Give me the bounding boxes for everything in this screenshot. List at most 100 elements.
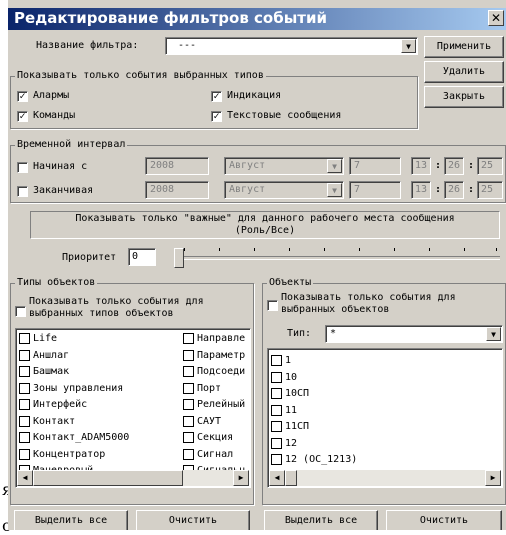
arrow-right-icon[interactable]: ▶ <box>485 470 501 486</box>
type-combo[interactable]: * ▼ <box>325 325 503 343</box>
chevron-down-icon[interactable]: ▼ <box>401 39 416 53</box>
checkbox-end-date[interactable] <box>17 186 28 197</box>
priority-slider[interactable] <box>172 246 504 272</box>
arrow-left-icon[interactable]: ◀ <box>269 470 285 486</box>
list-item-checkbox[interactable] <box>19 333 30 344</box>
start-day-field[interactable]: 7 <box>349 157 401 175</box>
horizontal-scrollbar[interactable]: ◀ ▶ <box>269 470 501 486</box>
list-item-checkbox[interactable] <box>183 432 194 443</box>
horizontal-scrollbar[interactable]: ◀ ▶ <box>17 470 249 486</box>
list-item[interactable]: Подсоеди <box>183 364 249 380</box>
close-button[interactable]: Закрыть <box>424 86 504 108</box>
list-item-checkbox[interactable] <box>19 366 30 377</box>
list-item-checkbox[interactable] <box>271 454 282 465</box>
chevron-down-icon[interactable]: ▼ <box>486 327 501 341</box>
list-item-checkbox[interactable] <box>19 349 30 361</box>
arrow-right-icon[interactable]: ▶ <box>233 470 249 486</box>
filter-name-combo[interactable]: --- ▼ <box>165 37 418 55</box>
list-item-checkbox[interactable] <box>19 415 30 427</box>
scroll-thumb[interactable] <box>285 470 297 486</box>
important-line-1: Показывать только "важные" для данного р… <box>75 213 455 224</box>
chevron-down-icon[interactable]: ▼ <box>327 183 342 197</box>
list-item-label: Секция <box>197 432 234 443</box>
list-item[interactable]: Релейный <box>183 397 249 413</box>
list-item-label: Параметр <box>197 349 246 361</box>
objects-select-all-button[interactable]: Выделить все <box>264 510 378 530</box>
checkbox-commands[interactable]: ✓ <box>17 111 28 122</box>
checkbox-text-messages[interactable]: ✓ <box>211 111 222 122</box>
priority-field[interactable]: 0 <box>128 248 156 266</box>
object-types-list[interactable]: Life Аншлаг Башмак Зоны управления Интерфейс… <box>15 328 251 488</box>
end-month-combo[interactable]: Август ▼ <box>224 181 344 199</box>
close-icon[interactable]: ✕ <box>488 10 504 26</box>
end-minute-field[interactable]: 26 <box>444 181 464 199</box>
list-item-checkbox[interactable] <box>19 432 30 443</box>
list-item-checkbox[interactable] <box>271 404 282 416</box>
list-item[interactable]: Секция <box>183 430 249 446</box>
slider-tick <box>464 248 465 251</box>
list-item-checkbox[interactable] <box>183 399 194 410</box>
list-item-checkbox[interactable] <box>271 437 282 449</box>
delete-button[interactable]: Удалить <box>424 61 504 83</box>
types-select-all-button[interactable]: Выделить все <box>14 510 128 530</box>
slider-tick <box>324 248 325 251</box>
start-hour-field[interactable]: 13 <box>411 157 431 175</box>
slider-thumb[interactable] <box>174 248 184 268</box>
start-second-value: 25 <box>481 160 494 171</box>
end-second-field[interactable]: 25 <box>477 181 503 199</box>
start-minute-field[interactable]: 26 <box>444 157 464 175</box>
list-item-label: Контакт_ADAM5000 <box>33 432 130 443</box>
checkbox-alarms[interactable]: ✓ <box>17 91 28 102</box>
apply-button[interactable]: Применить <box>424 36 504 58</box>
slider-tick <box>429 248 430 251</box>
slider-tick <box>219 248 220 251</box>
start-month-combo[interactable]: Август ▼ <box>224 157 344 175</box>
end-hour-field[interactable]: 13 <box>411 181 431 199</box>
list-item-label: Порт <box>197 382 222 394</box>
start-second-field[interactable]: 25 <box>477 157 503 175</box>
list-item-checkbox[interactable] <box>183 349 194 361</box>
time-separator: : <box>435 160 442 171</box>
list-item-checkbox[interactable] <box>271 355 282 366</box>
checkbox-indication[interactable]: ✓ <box>211 91 222 102</box>
checkbox-only-selected-types[interactable] <box>15 306 26 317</box>
end-year-field[interactable]: 2008 <box>145 181 209 199</box>
types-clear-button[interactable]: Очистить <box>136 510 250 530</box>
list-item-checkbox[interactable] <box>19 382 30 394</box>
list-item-checkbox[interactable] <box>183 415 194 427</box>
list-item[interactable]: САУТ <box>183 414 249 430</box>
end-hour-value: 13 <box>415 184 428 195</box>
list-item-checkbox[interactable] <box>183 448 194 460</box>
list-item-checkbox[interactable] <box>183 333 194 344</box>
list-item-checkbox[interactable] <box>271 388 282 399</box>
list-item-checkbox[interactable] <box>19 399 30 410</box>
end-second-value: 25 <box>481 184 494 195</box>
list-item[interactable]: Порт <box>183 381 249 397</box>
checkbox-only-selected-objects[interactable] <box>267 300 278 311</box>
checkbox-start-date[interactable] <box>17 162 28 173</box>
list-item-checkbox[interactable] <box>271 371 282 383</box>
slider-tick <box>394 248 395 251</box>
list-item-label: 12 <box>285 437 298 449</box>
list-item[interactable]: Параметр <box>183 348 249 364</box>
list-item-checkbox[interactable] <box>271 421 282 432</box>
scroll-thumb[interactable] <box>33 470 183 486</box>
important-messages-toggle[interactable]: Показывать только "важные" для данного р… <box>30 211 500 239</box>
list-item-label: Интерфейс <box>33 399 88 410</box>
chevron-down-icon[interactable]: ▼ <box>327 159 342 173</box>
start-year-field[interactable]: 2008 <box>145 157 209 175</box>
important-line-2: (Роль/Все) <box>234 225 296 236</box>
title-bar[interactable]: Редактирование фильтров событий ✕ <box>8 8 506 30</box>
list-item-checkbox[interactable] <box>183 382 194 394</box>
arrow-left-icon[interactable]: ◀ <box>17 470 33 486</box>
objects-list[interactable]: 11010СП1111СП1212 (ОС_1213)12_16СП ◀ ▶ <box>267 348 503 488</box>
objects-clear-button[interactable]: Очистить <box>386 510 502 530</box>
end-day-field[interactable]: 7 <box>349 181 401 199</box>
list-item[interactable]: Направле <box>183 331 249 347</box>
end-year-value: 2008 <box>150 184 175 195</box>
list-item-label: Подсоеди <box>197 366 246 377</box>
list-item[interactable]: Сигнал <box>183 447 249 463</box>
list-item-checkbox[interactable] <box>19 448 30 460</box>
list-item-label: 10СП <box>285 388 310 399</box>
list-item-checkbox[interactable] <box>183 366 194 377</box>
